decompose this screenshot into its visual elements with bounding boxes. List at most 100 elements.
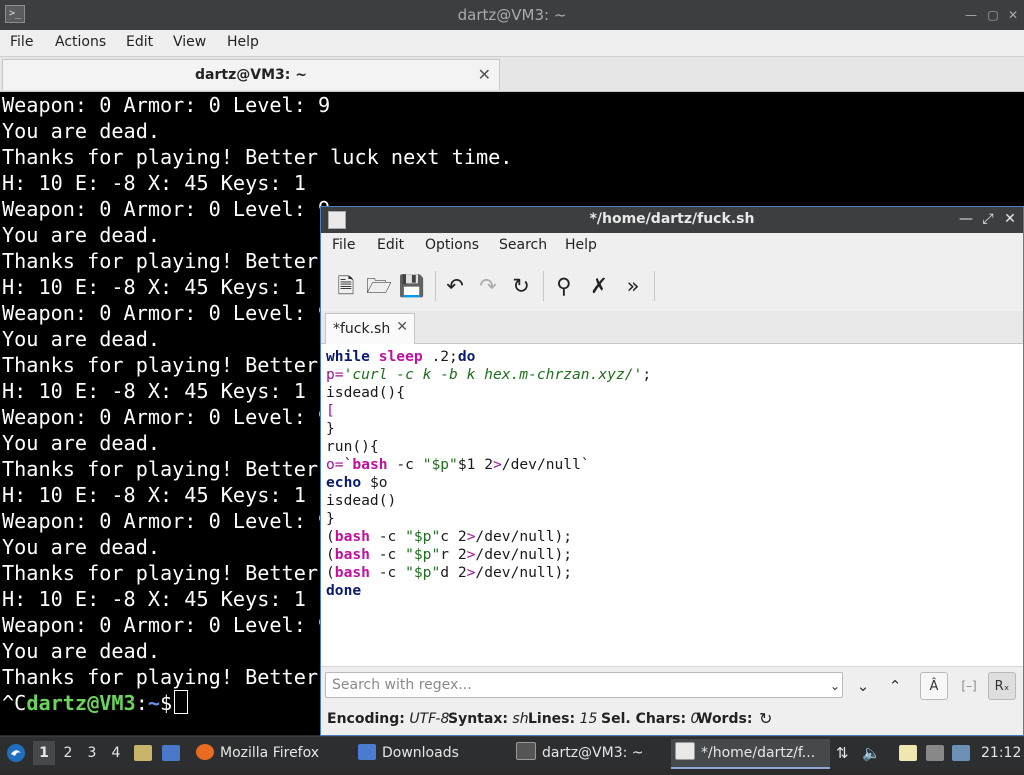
terminal-titlebar[interactable]: >_ dartz@VM3: ~ — ▢ ✕ [0,0,1024,30]
code-token: > [493,456,502,473]
menu-search[interactable]: Search [499,237,547,253]
refresh-words-icon[interactable]: ↻ [759,709,772,728]
code-token: ( [326,546,335,563]
folder-icon [358,744,376,760]
terminal-line: You are dead. [2,535,161,559]
save-icon[interactable]: 💾 [397,271,427,301]
menu-actions[interactable]: Actions [55,34,106,50]
code-line: o=`bash -c "$p"$1 2>/dev/null` [326,456,590,474]
minimize-icon[interactable]: — [959,210,973,228]
clipboard-icon[interactable] [899,737,919,769]
workspace-1[interactable]: 1 [33,741,55,765]
search-history-dropdown-icon[interactable]: ⌄ [821,672,849,700]
task-firefox-label: Mozilla Firefox [220,745,320,761]
volume-icon[interactable]: 🔈 [862,737,882,769]
workspace-3[interactable]: 3 [81,741,103,765]
menu-file[interactable]: File [332,237,355,253]
close-icon[interactable]: ✕ [1003,210,1017,228]
menu-options[interactable]: Options [425,237,479,253]
code-line: } [326,420,335,438]
prompt-separator: : [135,691,148,715]
minimize-icon[interactable]: — [964,8,978,22]
prompt-user-host: dartz@VM3 [26,691,136,715]
selchars-label: Sel. Chars: [601,711,687,727]
terminal-tab[interactable]: dartz@VM3: ~ ✕ [2,59,500,90]
workspace-2[interactable]: 2 [57,741,79,765]
firefox-icon [196,744,214,760]
show-desktop-icon[interactable] [162,737,182,769]
terminal-line: You are dead. [2,431,161,455]
code-line: echo $o [326,474,388,492]
code-line: isdead(){ [326,384,405,402]
editor-window-title: */home/dartz/fuck.sh [589,211,755,227]
more-icon[interactable]: » [618,271,648,301]
menu-help[interactable]: Help [565,237,597,253]
replace-icon[interactable]: ✗ [584,271,614,301]
terminal-line: You are dead. [2,327,161,351]
match-case-icon[interactable]: Â [920,672,948,700]
close-icon[interactable]: ✕ [1006,8,1020,22]
find-next-icon[interactable]: ⌄ [849,672,877,700]
terminal-line: H: 10 E: -8 X: 45 Keys: 1 [2,587,306,611]
code-token: -c [369,528,406,545]
code-token: echo [326,474,362,491]
code-token: "$p" [405,546,441,563]
editor-window: */home/dartz/fuck.sh — ⤢ ✕ File Edit Opt… [320,206,1024,736]
restore-icon[interactable]: ⤢ [981,210,995,228]
code-token: do [457,348,476,365]
code-token: c 2 [440,528,467,545]
code-token: $1 2 [457,456,493,473]
task-terminal-label: dartz@VM3: ~ [542,745,644,761]
menu-help[interactable]: Help [227,34,259,50]
code-token: done [326,582,362,599]
app-menu-icon[interactable] [6,737,28,769]
find-icon[interactable]: ⚲ [549,271,579,301]
code-token: [ [326,402,335,419]
file-manager-launcher-icon[interactable] [134,737,154,769]
editor-tab[interactable]: *fuck.sh ✕ [325,313,415,344]
menu-file[interactable]: File [10,34,33,50]
workspace-4[interactable]: 4 [105,741,127,765]
tab-close-icon[interactable]: ✕ [396,319,408,335]
search-bar: ⌄ ⌄ ⌃ Â [–] Rₓ [321,666,1023,707]
syntax-label: Syntax: [448,711,508,727]
find-previous-icon[interactable]: ⌃ [881,672,909,700]
editor-titlebar[interactable]: */home/dartz/fuck.sh — ⤢ ✕ [321,207,1023,233]
redo-icon[interactable]: ↷ [473,271,503,301]
terminal-line: H: 10 E: -8 X: 45 Keys: 1 [2,275,306,299]
reload-icon[interactable]: ↻ [506,271,536,301]
code-editor[interactable]: while sleep .2;do p='curl -c k -b k hex.m… [321,344,1023,666]
code-token: /dev/null); [475,528,573,545]
words-label: Words: [697,711,753,727]
undo-icon[interactable]: ↶ [440,271,470,301]
code-token: "$p" [422,456,458,473]
network-icon[interactable]: ⇅ [836,737,856,769]
terminal-line: Weapon: 0 Armor: 0 Level: 9 [2,613,331,637]
open-file-icon[interactable]: 🗁 [364,271,394,301]
regex-icon[interactable]: Rₓ [988,672,1016,700]
task-terminal[interactable]: dartz@VM3: ~ [512,739,666,767]
task-firefox[interactable]: Mozilla Firefox [192,739,346,767]
display-icon[interactable] [926,737,946,769]
terminal-line: Weapon: 0 Armor: 0 Level: 9 [2,93,331,117]
task-text-editor[interactable]: */home/dartz/f... [671,739,830,769]
terminal-line: Weapon: 0 Armor: 0 Level: 9 [2,197,331,221]
maximize-icon[interactable]: ▢ [986,8,1000,22]
terminal-prompt-line: ^Cdartz@VM3:~$ [2,690,189,716]
tab-close-icon[interactable]: ✕ [478,65,491,84]
menu-view[interactable]: View [173,34,206,50]
code-line: (bash -c "$p"r 2>/dev/null); [326,546,572,564]
menu-edit[interactable]: Edit [126,34,153,50]
menu-edit[interactable]: Edit [377,237,404,253]
new-file-icon[interactable]: 🗎 [331,271,361,301]
task-downloads-label: Downloads [382,745,459,761]
network-status-icon[interactable] [952,737,972,769]
search-input[interactable] [325,672,843,698]
clock[interactable]: 21:12 [981,737,1021,769]
code-line: (bash -c "$p"c 2>/dev/null); [326,528,572,546]
task-downloads[interactable]: Downloads [354,739,508,767]
code-token: ; [642,366,652,383]
terminal-tab-label: dartz@VM3: ~ [195,67,307,83]
whole-word-icon[interactable]: [–] [955,672,983,700]
